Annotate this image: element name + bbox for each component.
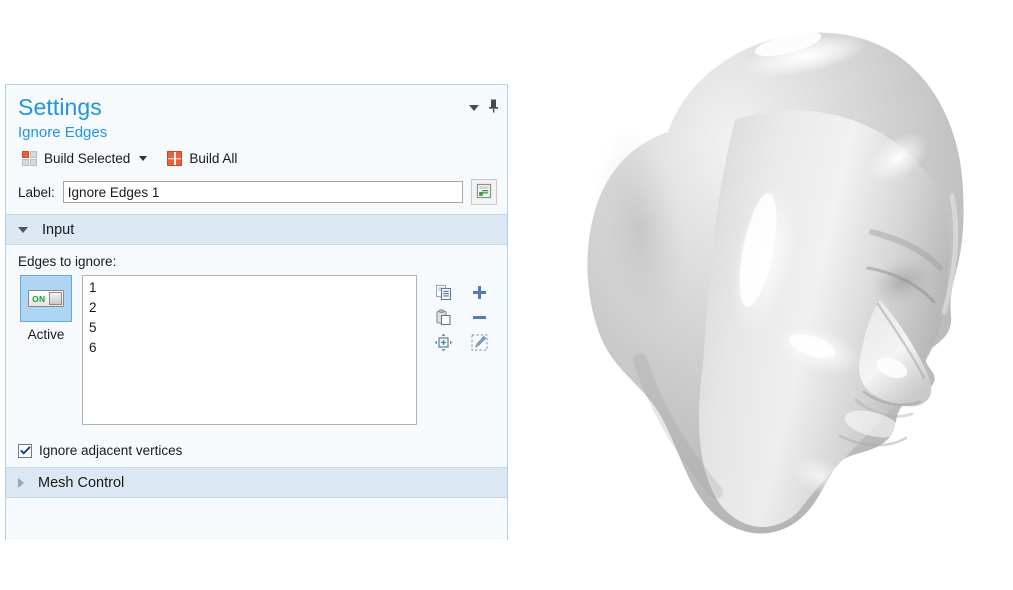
list-item[interactable]: 6 bbox=[83, 338, 416, 358]
list-item[interactable]: 1 bbox=[83, 278, 416, 298]
list-item[interactable]: 2 bbox=[83, 298, 416, 318]
build-all-label: Build All bbox=[189, 151, 238, 166]
input-section-body: Edges to ignore: ON Active 1 2 5 6 bbox=[6, 245, 507, 433]
toggle-state-text: ON bbox=[32, 293, 46, 304]
rename-label-icon bbox=[476, 183, 492, 202]
build-selected-button[interactable]: Build Selected bbox=[18, 149, 134, 168]
edges-list-box[interactable]: 1 2 5 6 bbox=[82, 275, 417, 425]
triangle-expanded-icon bbox=[18, 226, 28, 233]
section-title-input: Input bbox=[42, 221, 75, 238]
build-all-button[interactable]: Build All bbox=[163, 149, 241, 168]
head-geometry-render bbox=[587, 32, 964, 534]
active-toggle-group: ON Active bbox=[18, 275, 74, 342]
build-selected-icon bbox=[22, 151, 37, 166]
active-toggle-button[interactable]: ON bbox=[20, 275, 72, 322]
clear-selection-button[interactable] bbox=[461, 331, 497, 356]
paste-selection-icon bbox=[435, 309, 452, 329]
settings-panel: Settings Ignore Edges Build Selected Bui… bbox=[5, 84, 508, 540]
pin-icon[interactable] bbox=[488, 99, 499, 116]
rename-label-button[interactable] bbox=[471, 179, 497, 205]
clear-selection-icon bbox=[470, 333, 489, 355]
zoom-to-selection-button[interactable] bbox=[425, 331, 461, 356]
paste-selection-button[interactable] bbox=[425, 306, 461, 331]
section-title-mesh-control: Mesh Control bbox=[38, 474, 125, 491]
selection-tool-buttons bbox=[425, 281, 497, 356]
checkmark-icon bbox=[19, 446, 31, 455]
panel-footer-area bbox=[6, 498, 507, 520]
active-toggle-caption: Active bbox=[27, 327, 65, 342]
zoom-to-selection-icon bbox=[434, 333, 453, 355]
build-selected-label: Build Selected bbox=[44, 151, 131, 166]
panel-subtitle: Ignore Edges bbox=[18, 124, 108, 141]
copy-selection-icon bbox=[435, 284, 452, 304]
label-row: Label: bbox=[6, 175, 507, 214]
triangle-collapsed-icon bbox=[18, 477, 24, 488]
ignore-adjacent-vertices-checkbox[interactable] bbox=[18, 443, 32, 458]
list-item[interactable]: 5 bbox=[83, 318, 416, 338]
graphics-viewport[interactable] bbox=[520, 0, 1013, 590]
build-all-icon bbox=[167, 151, 183, 166]
section-header-input[interactable]: Input bbox=[6, 214, 507, 245]
remove-from-selection-button[interactable] bbox=[461, 306, 497, 331]
add-to-selection-icon bbox=[471, 284, 488, 304]
section-header-mesh-control[interactable]: Mesh Control bbox=[6, 467, 507, 498]
panel-header: Settings Ignore Edges bbox=[6, 85, 507, 144]
label-caption: Label: bbox=[18, 184, 55, 200]
edges-to-ignore-caption: Edges to ignore: bbox=[18, 254, 117, 269]
build-selected-dropdown-caret-icon[interactable] bbox=[139, 156, 148, 161]
page-title: Settings bbox=[18, 94, 102, 120]
remove-from-selection-icon bbox=[471, 309, 488, 329]
chevron-down-icon[interactable] bbox=[469, 104, 479, 111]
toggle-knob bbox=[48, 292, 62, 305]
copy-selection-button[interactable] bbox=[425, 281, 461, 306]
ignore-adjacent-vertices-row: Ignore adjacent vertices bbox=[6, 433, 507, 467]
panel-header-controls bbox=[469, 99, 499, 116]
label-input[interactable] bbox=[62, 181, 463, 203]
build-toolbar: Build Selected Build All bbox=[6, 144, 507, 175]
selection-row: ON Active 1 2 5 6 bbox=[18, 275, 497, 425]
toggle-switch-icon: ON bbox=[28, 290, 64, 307]
ignore-adjacent-vertices-label: Ignore adjacent vertices bbox=[39, 443, 183, 458]
add-to-selection-button[interactable] bbox=[461, 281, 497, 306]
